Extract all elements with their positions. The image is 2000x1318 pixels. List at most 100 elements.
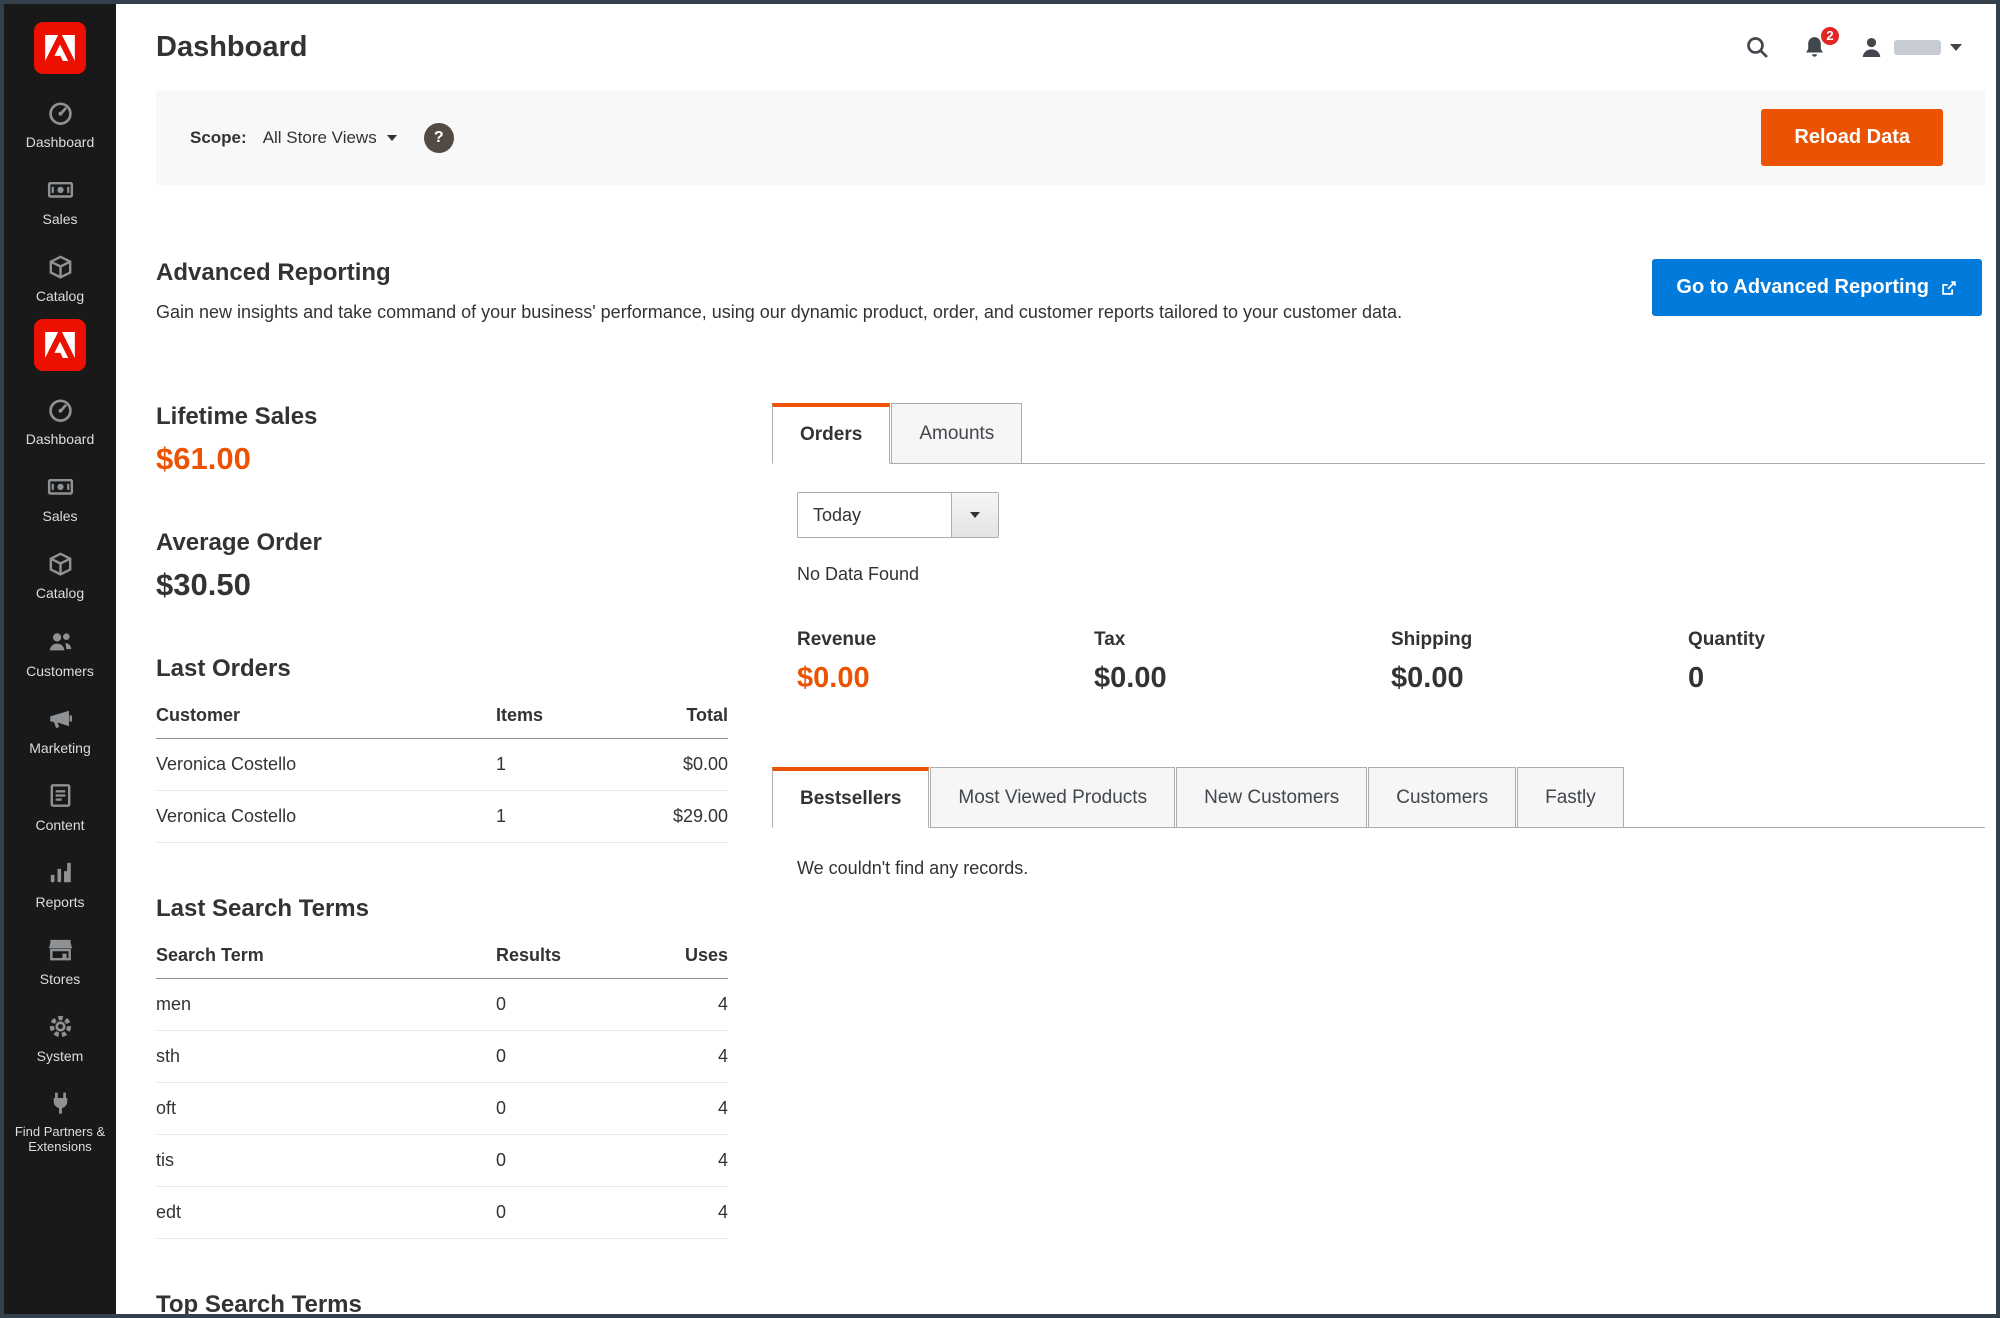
average-order-title: Average Order <box>156 529 728 557</box>
table-row[interactable]: Veronica Costello 1 $0.00 <box>156 739 728 791</box>
search-results: 0 <box>496 979 633 1031</box>
adobe-logo-icon <box>45 35 75 61</box>
dashboard-main: Lifetime Sales $61.00 Average Order $30.… <box>156 403 1985 1314</box>
advanced-reporting-description: Gain new insights and take command of yo… <box>156 302 1402 323</box>
notification-badge: 2 <box>1819 25 1841 47</box>
advanced-reporting-section: Advanced Reporting Gain new insights and… <box>156 259 1982 323</box>
last-search-terms-table: Search Term Results Uses men 0 4 <box>156 935 728 1239</box>
sidebar-item-catalog[interactable]: Catalog <box>4 537 116 614</box>
sidebar-item-content[interactable]: Content <box>4 769 116 846</box>
bar-chart-icon <box>46 858 75 887</box>
column-header: Items <box>496 695 633 739</box>
advanced-reporting-text: Advanced Reporting Gain new insights and… <box>156 259 1402 323</box>
chevron-down-icon <box>387 135 397 141</box>
sidebar-item-label: Catalog <box>36 288 84 304</box>
tab-fastly[interactable]: Fastly <box>1517 767 1624 828</box>
user-menu[interactable] <box>1858 34 1962 61</box>
tab-new-customers[interactable]: New Customers <box>1176 767 1367 828</box>
table-header-row: Search Term Results Uses <box>156 935 728 979</box>
chevron-down-icon <box>1950 44 1962 51</box>
lifetime-sales-value: $61.00 <box>156 441 728 477</box>
table-row[interactable]: Veronica Costello 1 $29.00 <box>156 791 728 843</box>
plug-icon <box>46 1089 75 1118</box>
sidebar-item-reports[interactable]: Reports <box>4 846 116 923</box>
go-to-advanced-reporting-button[interactable]: Go to Advanced Reporting <box>1652 259 1982 316</box>
notifications-button[interactable]: 2 <box>1801 34 1828 61</box>
search-term: tis <box>156 1135 496 1187</box>
sidebar-item-customers[interactable]: Customers <box>4 615 116 692</box>
chart-tabs: Orders Amounts <box>772 403 1985 464</box>
stat-value: 0 <box>1688 662 1985 695</box>
storefront-icon <box>46 935 75 964</box>
column-header: Uses <box>633 935 728 979</box>
sidebar-item-label: Catalog <box>36 585 84 601</box>
advanced-reporting-title: Advanced Reporting <box>156 259 1402 287</box>
sidebar-item-sales[interactable]: Sales <box>4 460 116 537</box>
gear-icon <box>46 1012 75 1041</box>
tab-bestsellers[interactable]: Bestsellers <box>772 767 929 828</box>
magento-logo-secondary[interactable] <box>34 319 86 371</box>
user-icon <box>1858 34 1885 61</box>
tab-most-viewed-products[interactable]: Most Viewed Products <box>930 767 1175 828</box>
gauge-icon <box>46 98 75 127</box>
table-row[interactable]: men 0 4 <box>156 979 728 1031</box>
sidebar-item-stores[interactable]: Stores <box>4 923 116 1000</box>
document-icon <box>46 781 75 810</box>
money-icon <box>46 472 75 501</box>
period-select[interactable]: Today <box>797 492 999 538</box>
stat-value: $0.00 <box>1391 662 1688 695</box>
sidebar-item-catalog-top[interactable]: Catalog <box>4 240 116 317</box>
sidebar-item-label: Content <box>35 817 84 833</box>
search-uses: 4 <box>633 1187 728 1239</box>
sidebar-item-label: Find Partners & Extensions <box>8 1125 112 1155</box>
table-row[interactable]: sth 0 4 <box>156 1031 728 1083</box>
column-header: Search Term <box>156 935 496 979</box>
top-search-terms-title: Top Search Terms <box>156 1291 728 1318</box>
tab-customers[interactable]: Customers <box>1368 767 1516 828</box>
adobe-logo-icon <box>45 332 75 358</box>
sidebar-item-label: Stores <box>40 971 80 987</box>
sidebar-item-system[interactable]: System <box>4 1000 116 1077</box>
search-term: oft <box>156 1083 496 1135</box>
table-row[interactable]: tis 0 4 <box>156 1135 728 1187</box>
grid-tabs: Bestsellers Most Viewed Products New Cus… <box>772 767 1985 828</box>
period-select-button[interactable] <box>951 493 998 537</box>
tab-orders[interactable]: Orders <box>772 403 890 464</box>
column-header: Total <box>633 695 728 739</box>
reload-data-button[interactable]: Reload Data <box>1761 109 1943 166</box>
sidebar-item-dashboard[interactable]: Dashboard <box>4 383 116 460</box>
store-view-select[interactable]: All Store Views <box>263 128 397 148</box>
username-redacted <box>1894 40 1941 55</box>
last-search-terms-title: Last Search Terms <box>156 895 728 923</box>
tab-amounts[interactable]: Amounts <box>891 403 1022 464</box>
sidebar-item-label: System <box>37 1048 84 1064</box>
sidebar-item-sales-top[interactable]: Sales <box>4 163 116 240</box>
stat-revenue: Revenue $0.00 <box>797 629 1094 695</box>
sidebar-item-dashboard-top[interactable]: Dashboard <box>4 86 116 163</box>
chevron-down-icon <box>970 512 980 518</box>
sidebar-item-label: Reports <box>35 894 84 910</box>
search-uses: 4 <box>633 1135 728 1187</box>
help-icon[interactable]: ? <box>424 123 454 153</box>
search-term: men <box>156 979 496 1031</box>
magento-logo[interactable] <box>34 22 86 74</box>
gauge-icon <box>46 395 75 424</box>
sidebar-item-marketing[interactable]: Marketing <box>4 692 116 769</box>
page-title: Dashboard <box>156 31 307 64</box>
page-header: Dashboard 2 <box>116 4 1996 90</box>
search-results: 0 <box>496 1135 633 1187</box>
customers-icon <box>46 627 75 656</box>
dashboard-left-column: Lifetime Sales $61.00 Average Order $30.… <box>156 403 728 1318</box>
period-select-value: Today <box>798 493 951 537</box>
product-box-icon <box>46 252 75 281</box>
table-row[interactable]: oft 0 4 <box>156 1083 728 1135</box>
table-row[interactable]: edt 0 4 <box>156 1187 728 1239</box>
sidebar-item-find-partners[interactable]: Find Partners & Extensions <box>4 1077 116 1168</box>
search-button[interactable] <box>1744 34 1771 61</box>
search-icon <box>1744 34 1771 61</box>
top-search-terms-block: Top Search Terms We couldn't find any re… <box>156 1291 728 1318</box>
totals-row: Revenue $0.00 Tax $0.00 Shipping $0.00 <box>797 629 1985 695</box>
sidebar-item-label: Sales <box>42 211 77 227</box>
order-customer: Veronica Costello <box>156 739 496 791</box>
order-items: 1 <box>496 791 633 843</box>
